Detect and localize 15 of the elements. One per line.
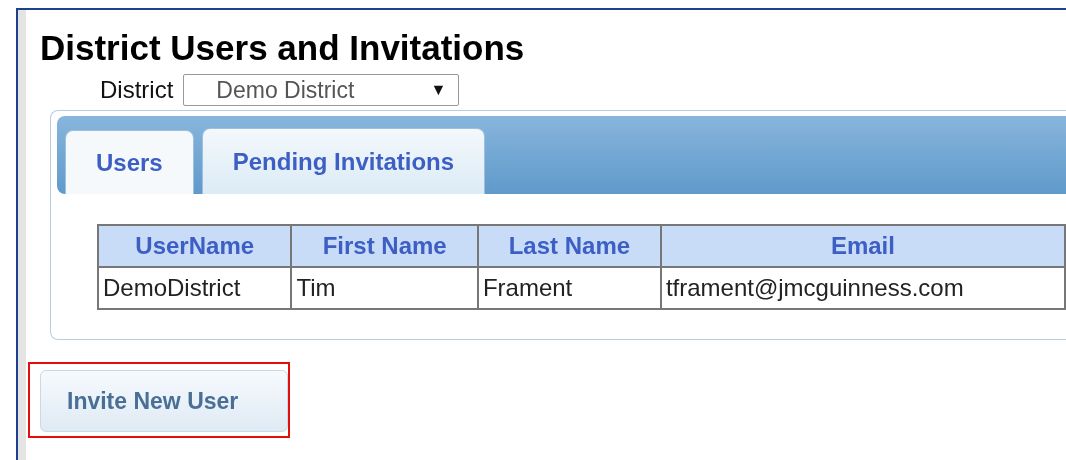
column-header: Last Name (477, 225, 661, 267)
tab[interactable]: Users (65, 130, 194, 194)
dropdown-arrow-icon: ▼ (430, 81, 447, 99)
column-header: Email (660, 225, 1065, 267)
table-cell: tframent@jmcguinness.com (660, 267, 1065, 309)
column-header: UserName (98, 225, 292, 267)
table-cell: Frament (477, 267, 661, 309)
table-cell: Tim (291, 267, 478, 309)
table-cell: DemoDistrict (98, 267, 292, 309)
column-header: First Name (291, 225, 478, 267)
invite-new-user-button[interactable]: Invite New User (40, 370, 288, 432)
district-label: District (100, 76, 174, 104)
district-select[interactable]: Demo District ▼ (183, 74, 460, 106)
page-title: District Users and Invitations (39, 28, 526, 68)
tab[interactable]: Pending Invitations (201, 128, 486, 194)
